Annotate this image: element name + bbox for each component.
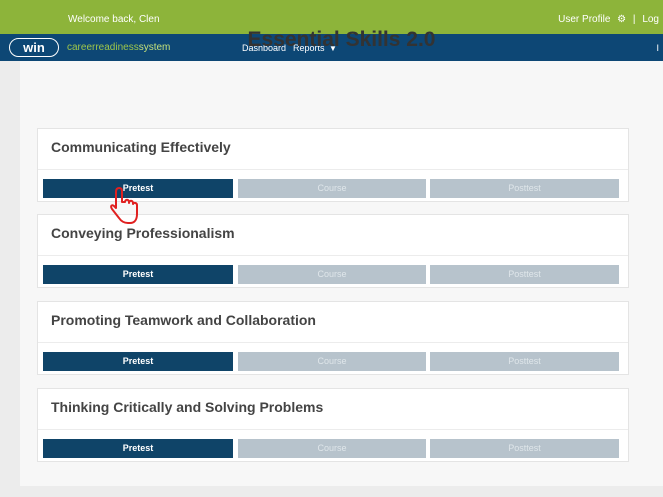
module-title: Promoting Teamwork and Collaboration: [51, 312, 316, 328]
course-button[interactable]: Course: [238, 265, 426, 284]
posttest-button[interactable]: Posttest: [430, 265, 619, 284]
module-card: Promoting Teamwork and Collaboration Pre…: [37, 301, 629, 375]
logout-link[interactable]: Log: [642, 14, 659, 25]
gear-icon[interactable]: ⚙: [617, 14, 626, 25]
user-profile-link[interactable]: User Profile: [558, 14, 610, 25]
posttest-button[interactable]: Posttest: [430, 352, 619, 371]
pretest-button[interactable]: Pretest: [43, 265, 233, 284]
welcome-message: Welcome back, Clen: [68, 14, 160, 25]
posttest-button[interactable]: Posttest: [430, 439, 619, 458]
pretest-button[interactable]: Pretest: [43, 352, 233, 371]
user-menu: User Profile ⚙ | Log: [554, 14, 659, 25]
course-button[interactable]: Course: [238, 439, 426, 458]
module-card: Thinking Critically and Solving Problems…: [37, 388, 629, 462]
course-button[interactable]: Course: [238, 179, 426, 198]
separator: |: [632, 14, 636, 25]
divider: [38, 342, 628, 343]
module-title: Thinking Critically and Solving Problems: [51, 399, 324, 415]
pretest-button[interactable]: Pretest: [43, 179, 233, 198]
module-title: Communicating Effectively: [51, 139, 231, 155]
page-title: Essential Skills 2.0: [247, 28, 436, 51]
divider: [38, 169, 628, 170]
divider: [38, 429, 628, 430]
divider: [38, 255, 628, 256]
hand-pointer-icon: [110, 187, 138, 224]
module-title: Conveying Professionalism: [51, 225, 235, 241]
course-button[interactable]: Course: [238, 352, 426, 371]
posttest-button[interactable]: Posttest: [430, 179, 619, 198]
pretest-button[interactable]: Pretest: [43, 439, 233, 458]
